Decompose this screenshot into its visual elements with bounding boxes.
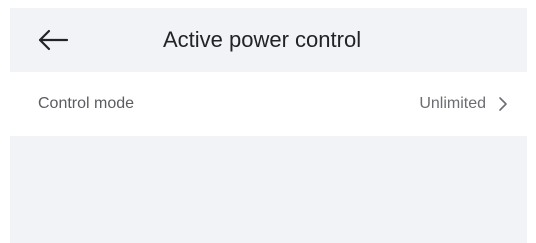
page-title: Active power control bbox=[163, 27, 362, 52]
content-area bbox=[10, 136, 527, 243]
arrow-left-icon bbox=[38, 29, 69, 51]
control-mode-label: Control mode bbox=[38, 95, 135, 112]
chevron-right-icon bbox=[499, 97, 507, 111]
control-mode-value: Unlimited bbox=[419, 95, 486, 112]
app-header: Active power control bbox=[10, 8, 527, 72]
back-button[interactable] bbox=[36, 26, 70, 54]
control-mode-row[interactable]: Control mode Unlimited bbox=[10, 72, 527, 136]
